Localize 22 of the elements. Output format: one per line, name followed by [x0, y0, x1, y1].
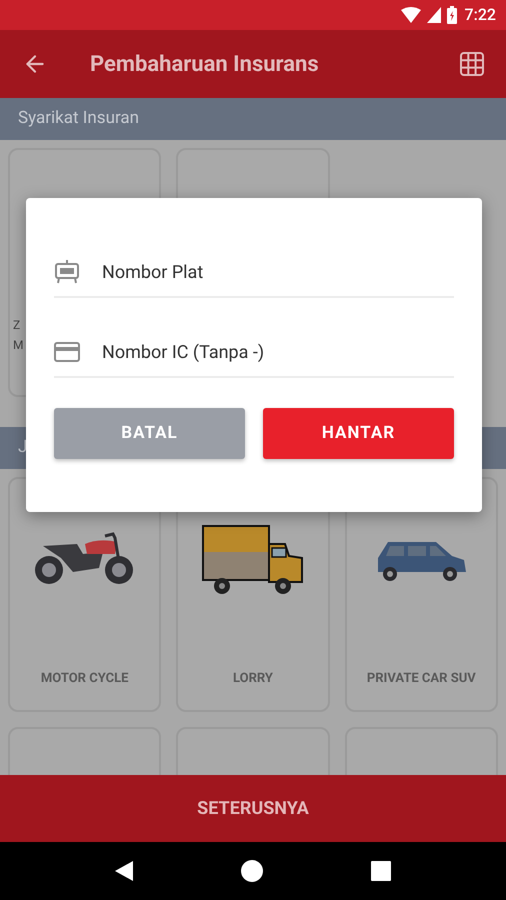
battery-icon	[446, 6, 456, 24]
next-button[interactable]: SETERUSNYA	[0, 775, 506, 842]
wifi-icon	[400, 7, 420, 23]
vehicle-label: LORRY	[232, 670, 273, 688]
input-field[interactable]: Nombor IC (Tanpa -)	[102, 338, 454, 366]
signal-icon	[426, 7, 440, 23]
section-title: J	[18, 436, 28, 460]
screen-title: Pembaharuan Insurans	[90, 50, 320, 78]
easel-icon	[54, 259, 80, 285]
vehicle-label: PRIVATE CAR SUV	[366, 670, 476, 688]
company-name: M	[13, 337, 24, 354]
section-title: Syarikat Insuran	[18, 107, 140, 130]
clock: 7:22	[464, 4, 496, 26]
card-icon	[54, 341, 80, 363]
cancel-button[interactable]: BATAL	[54, 408, 245, 459]
home-icon[interactable]	[241, 860, 263, 882]
company-name: Z	[13, 317, 20, 334]
submit-button[interactable]: HANTAR	[263, 408, 454, 459]
grid-icon[interactable]	[460, 52, 484, 76]
back-icon[interactable]	[115, 861, 133, 881]
vehicle-label: MOTOR CYCLE	[40, 670, 128, 688]
input-field[interactable]: Nombor Plat	[102, 258, 454, 286]
